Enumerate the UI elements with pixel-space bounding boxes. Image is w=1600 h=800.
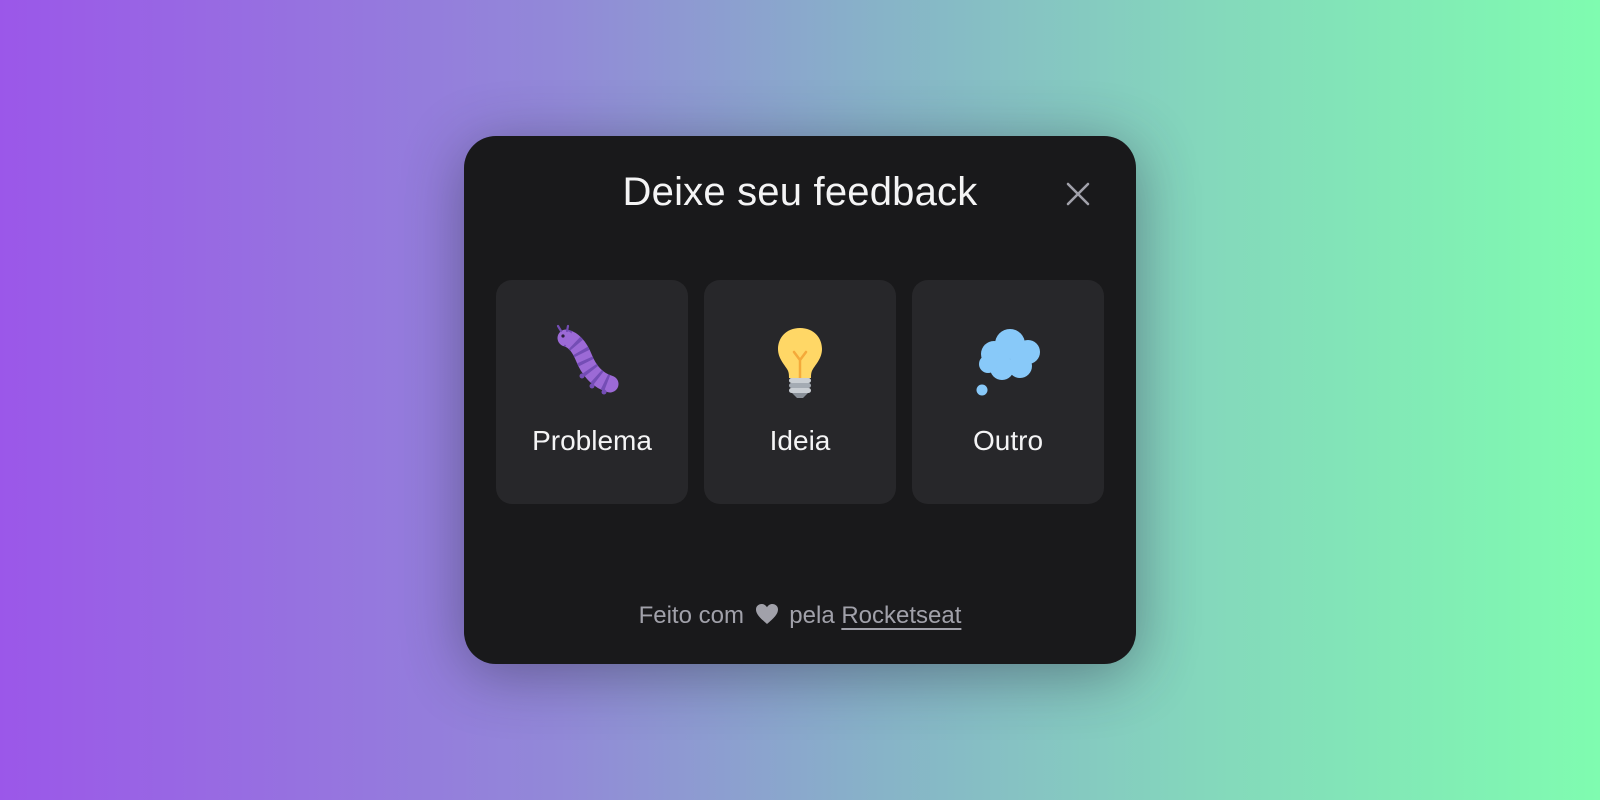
option-ideia-button[interactable]: Ideia	[704, 280, 896, 504]
footer-middle: pela	[789, 602, 835, 629]
heart-icon	[755, 602, 779, 634]
footer-credit: Feito com pela Rocketseat	[464, 600, 1136, 634]
close-icon	[1066, 182, 1090, 206]
option-outro-button[interactable]: Outro	[912, 280, 1104, 504]
close-button[interactable]	[1062, 178, 1094, 210]
feedback-widget: Deixe seu feedback Problema Ideia Outro …	[464, 136, 1136, 664]
footer-prefix: Feito com	[638, 602, 744, 629]
rocketseat-link[interactable]: Rocketseat	[841, 602, 961, 629]
lightbulb-icon	[760, 322, 840, 402]
option-problema-button[interactable]: Problema	[496, 280, 688, 504]
option-label: Problema	[532, 425, 652, 456]
bug-caterpillar-icon	[552, 322, 632, 402]
option-label: Ideia	[769, 425, 831, 456]
feedback-type-options: Problema Ideia Outro	[496, 280, 1104, 504]
option-label: Outro	[972, 425, 1044, 456]
thought-bubble-icon	[968, 322, 1048, 402]
widget-title: Deixe seu feedback	[622, 170, 978, 214]
